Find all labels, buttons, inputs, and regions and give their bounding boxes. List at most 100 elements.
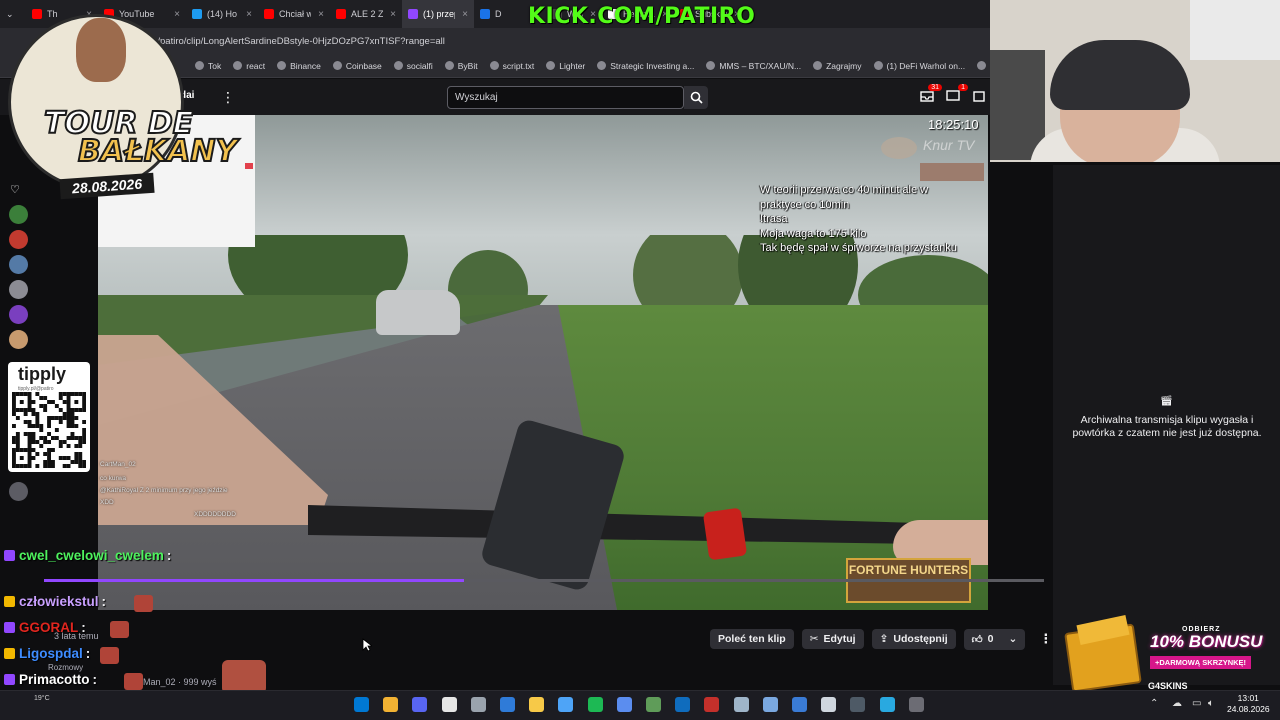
bookmark-item[interactable]: socialfi xyxy=(393,60,433,71)
more-menu-icon[interactable]: ⋮ xyxy=(221,89,235,106)
network-icon[interactable]: ▭ xyxy=(1192,698,1202,709)
notification-count: 31 xyxy=(928,84,942,91)
bookmark-icon xyxy=(597,61,607,70)
app-icon[interactable] xyxy=(821,697,837,712)
settings-icon[interactable] xyxy=(470,697,486,712)
close-icon[interactable]: × xyxy=(318,9,324,20)
notepad-icon[interactable] xyxy=(762,697,778,712)
app-icon[interactable] xyxy=(850,697,866,712)
clock[interactable]: 13:01 24.08.2026 xyxy=(1227,693,1270,715)
app-icon[interactable] xyxy=(733,697,749,712)
chat-message: człowiekstul: xyxy=(4,594,106,609)
windows-start-icon[interactable] xyxy=(354,697,369,712)
chrome-icon[interactable] xyxy=(383,697,399,712)
chat-emote xyxy=(124,673,143,690)
close-icon[interactable]: × xyxy=(462,9,468,20)
channel-avatar[interactable] xyxy=(9,482,28,501)
inbox-icon xyxy=(920,91,934,102)
notifications-button[interactable]: 31 xyxy=(920,84,942,105)
bookmark-label: script.txt xyxy=(502,60,535,71)
app-icon[interactable] xyxy=(792,697,807,712)
boar-icon xyxy=(881,137,917,159)
folder-icon[interactable] xyxy=(529,697,545,712)
chat-badge-icon xyxy=(4,674,15,685)
bookmark-item[interactable]: Strategic Investing a... xyxy=(597,61,694,71)
channel-avatar[interactable] xyxy=(9,305,28,324)
overlay-line: W teorii przerwa co 40 minut ale w xyxy=(760,184,929,196)
browser-tab[interactable]: ALE 2 ZŁ × xyxy=(330,0,402,28)
video-progress-bar[interactable] xyxy=(44,579,1044,582)
tab-favicon-icon xyxy=(264,9,274,19)
app-icon[interactable] xyxy=(616,697,632,712)
bookmark-label: ByBit xyxy=(457,60,478,71)
channel-avatar[interactable] xyxy=(9,255,28,274)
bookmark-item[interactable]: react xyxy=(233,61,265,71)
bookmark-item[interactable]: Coinbase xyxy=(332,61,382,71)
watermark: Knur TV xyxy=(923,137,975,153)
share-button[interactable]: ⇪ Udostępnij xyxy=(871,629,956,649)
chat-badge-icon xyxy=(4,622,15,633)
tray-chevron-icon[interactable]: ⌃ xyxy=(1150,698,1160,709)
cloud-icon[interactable]: ☁ xyxy=(1172,698,1182,709)
recommend-clip-button[interactable]: Poleć ten klip xyxy=(710,629,794,649)
bookmark-icon xyxy=(813,61,823,70)
telegram-icon[interactable] xyxy=(879,697,895,712)
browser-tab[interactable]: Chciał w × xyxy=(258,0,330,28)
chat-message: Primacotto: xyxy=(4,672,97,687)
discord-icon[interactable] xyxy=(412,697,428,712)
video-player[interactable]: 18:25:10 Knur TV W teorii przerwa co 40 … xyxy=(98,115,988,610)
bookmark-item[interactable]: Binance xyxy=(277,61,321,71)
chat-message: Ligospdal: xyxy=(4,646,90,661)
chat-message-small: XDD xyxy=(100,499,114,506)
browser-tab[interactable]: (1) przep × xyxy=(402,0,474,28)
app-icon[interactable] xyxy=(704,697,720,712)
kick-banner: KICK.COM/PATIRO xyxy=(528,4,756,29)
search-button[interactable] xyxy=(684,86,708,109)
more-options-icon[interactable]: ⋮ xyxy=(1039,631,1052,647)
bookmark-item[interactable]: script.txt xyxy=(489,60,535,71)
bookmark-icon xyxy=(233,61,243,70)
obs-icon[interactable] xyxy=(441,697,457,712)
whispers-button[interactable]: 1 xyxy=(946,84,968,105)
webcam-shelf xyxy=(1190,0,1280,60)
channel-avatar[interactable] xyxy=(9,330,28,349)
mouse-cursor-icon xyxy=(362,638,372,652)
volume-icon[interactable]: 🔈︎ xyxy=(1208,698,1218,709)
chat-username: Ligospdal xyxy=(19,646,83,661)
share-icon: ⇪ xyxy=(879,633,889,645)
bookmark-item[interactable]: Lighter xyxy=(546,61,585,71)
screen: ⌄ Th×YouTube×(14) Ho×Chciał w×ALE 2 ZŁ×(… xyxy=(0,0,1280,720)
stream-overlay-text: W teorii przerwa co 40 minut ale w prakty… xyxy=(760,183,957,256)
like-button[interactable]: 👍︎ 0 ⌄ xyxy=(963,628,1026,650)
tab-favicon-icon xyxy=(336,9,346,19)
browser-icon[interactable] xyxy=(558,697,574,712)
spotify-icon[interactable] xyxy=(587,697,603,712)
search-input[interactable]: Wyszukaj xyxy=(447,86,684,109)
app-icon[interactable] xyxy=(646,697,661,712)
terminal-icon[interactable] xyxy=(908,697,924,712)
clip-actions: Poleć ten klip ✂ Edytuj ⇪ Udostępnij 👍︎ 0 ⌄ … xyxy=(710,628,1052,650)
channel-avatar[interactable] xyxy=(9,280,28,299)
vpn-icon[interactable] xyxy=(675,697,691,712)
close-icon[interactable]: × xyxy=(390,9,396,20)
tab-favicon-icon xyxy=(480,9,490,19)
archived-message: Archiwalna transmisja klipu wygasła i po… xyxy=(1072,414,1262,439)
close-icon[interactable]: × xyxy=(246,9,252,20)
search-placeholder: Wyszukaj xyxy=(455,92,498,103)
chat-message-small: @KathiRoyal Z 2 minimum przy jego jeździ… xyxy=(100,487,228,494)
chat-message: cwel_cwelowi_cwelem: xyxy=(4,548,171,563)
bookmark-item[interactable]: Zagrajmy xyxy=(813,61,862,71)
chat-message-small: CartMan_02 xyxy=(100,461,136,468)
webcam-feed xyxy=(990,0,1280,162)
bookmark-label: socialfi xyxy=(406,60,433,71)
bookmark-item[interactable]: (1) DeFi Warhol on... xyxy=(873,61,965,71)
bits-button[interactable] xyxy=(972,89,988,105)
chat-separator: : xyxy=(92,672,98,687)
steam-icon[interactable] xyxy=(500,697,515,712)
channel-avatar[interactable] xyxy=(9,230,28,249)
crown-icon xyxy=(973,91,985,102)
channel-avatar[interactable] xyxy=(9,205,28,224)
bookmark-item[interactable]: ByBit xyxy=(444,60,478,71)
edit-clip-button[interactable]: ✂ Edytuj xyxy=(801,629,864,649)
bookmark-item[interactable]: MMS – BTC/XAU/N... xyxy=(706,61,801,71)
